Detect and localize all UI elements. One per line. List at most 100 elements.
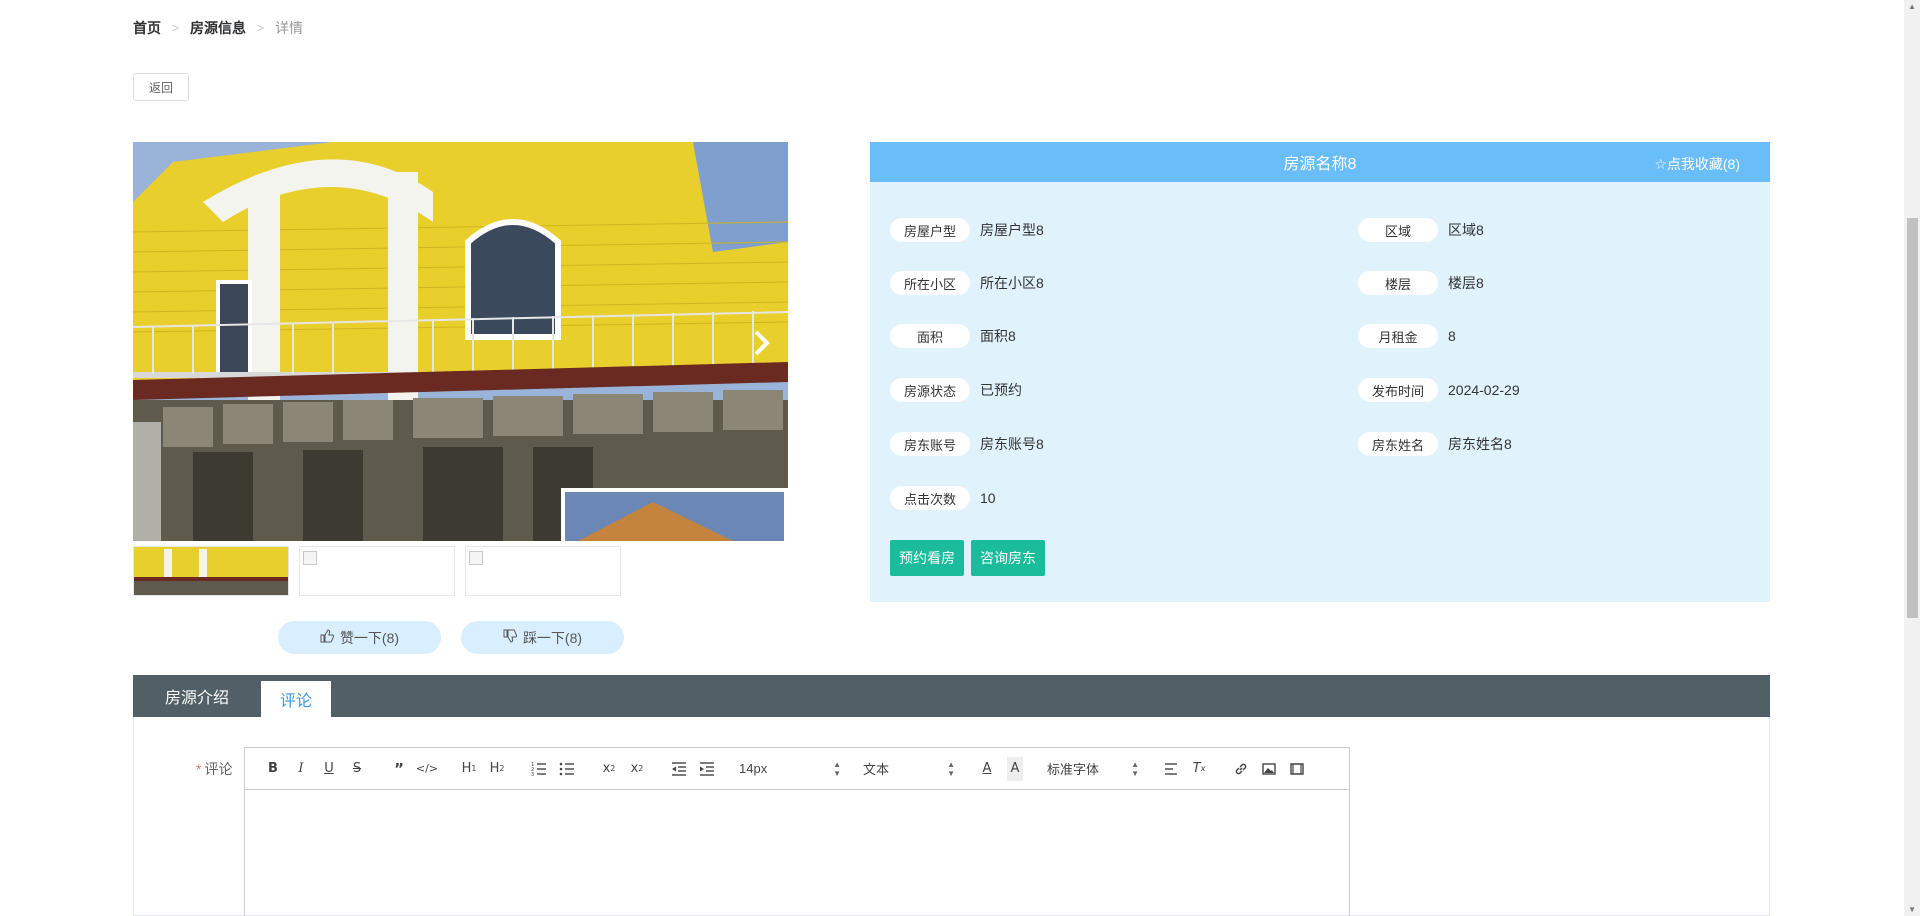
thumbnail-strip bbox=[133, 546, 621, 596]
italic-icon[interactable]: I bbox=[287, 757, 315, 781]
field-value: 房东账号8 bbox=[980, 436, 1044, 452]
field-landlord-account: 房东账号 房东账号8 bbox=[890, 432, 1044, 456]
thumbs-up-icon bbox=[320, 629, 335, 646]
field-value: 房屋户型8 bbox=[980, 222, 1044, 238]
required-mark: * bbox=[196, 761, 202, 777]
field-label: 面积 bbox=[890, 324, 970, 348]
select-caret-icon: ▲ ▼ bbox=[833, 759, 841, 778]
back-button[interactable]: 返回 bbox=[133, 73, 189, 101]
field-value: 8 bbox=[1448, 328, 1456, 344]
comment-editor: B I U S ” </> H1 H2 123 x2 x2 14px ▲ ▼ 文… bbox=[244, 747, 1350, 916]
breadcrumb-separator: > bbox=[172, 21, 180, 35]
select-caret-icon: ▲ ▼ bbox=[947, 759, 955, 778]
breadcrumb-current: 详情 bbox=[275, 20, 304, 36]
breadcrumb: 首页 > 房源信息 > 详情 bbox=[133, 18, 303, 38]
align-icon[interactable] bbox=[1157, 757, 1185, 781]
broken-image-icon bbox=[469, 551, 483, 565]
superscript-icon[interactable]: x2 bbox=[623, 757, 651, 781]
field-value: 房东姓名8 bbox=[1448, 436, 1512, 452]
header-select[interactable]: 文本 ▲ ▼ bbox=[859, 759, 959, 778]
field-click-count: 点击次数 10 bbox=[890, 486, 996, 510]
tab-bar: 房源介绍 评论 bbox=[133, 675, 1770, 717]
field-region: 区域 区域8 bbox=[1358, 218, 1484, 242]
book-viewing-button[interactable]: 预约看房 bbox=[890, 540, 964, 576]
property-info-panel: 房源名称8 ☆点我收藏(8) 房屋户型 房屋户型8 区域 区域8 所在小区 所在… bbox=[870, 142, 1770, 602]
bullet-list-icon[interactable] bbox=[553, 757, 581, 781]
field-label: 发布时间 bbox=[1358, 378, 1438, 402]
field-value: 2024-02-29 bbox=[1448, 382, 1520, 398]
field-value: 楼层8 bbox=[1448, 275, 1484, 291]
video-icon[interactable] bbox=[1283, 757, 1311, 781]
like-label: 赞一下(8) bbox=[339, 629, 400, 646]
field-floor: 楼层 楼层8 bbox=[1358, 271, 1484, 295]
image-icon[interactable] bbox=[1255, 757, 1283, 781]
select-caret-icon: ▲ ▼ bbox=[1131, 759, 1139, 778]
field-label: 房源状态 bbox=[890, 378, 970, 402]
scroll-down-icon[interactable]: ▼ bbox=[1908, 905, 1916, 914]
underline-icon[interactable]: U bbox=[315, 757, 343, 781]
font-family-select[interactable]: 标准字体 ▲ ▼ bbox=[1043, 759, 1143, 778]
thumbnail-2[interactable] bbox=[299, 546, 455, 596]
font-size-select[interactable]: 14px ▲ ▼ bbox=[735, 760, 845, 778]
field-house-type: 房屋户型 房屋户型8 bbox=[890, 218, 1044, 242]
field-status: 房源状态 已预约 bbox=[890, 378, 1022, 402]
property-title: 房源名称8 bbox=[1283, 156, 1357, 173]
clear-format-icon[interactable]: Tx bbox=[1185, 757, 1213, 781]
like-button[interactable]: 赞一下(8) bbox=[278, 621, 441, 654]
field-value: 面积8 bbox=[980, 328, 1016, 344]
indent-icon[interactable] bbox=[693, 757, 721, 781]
field-label: 点击次数 bbox=[890, 486, 970, 510]
thumbnail-1[interactable] bbox=[133, 546, 289, 596]
comment-label: * 评论 bbox=[196, 759, 232, 779]
next-image-icon[interactable] bbox=[752, 328, 772, 358]
field-label: 月租金 bbox=[1358, 324, 1438, 348]
dislike-label: 踩一下(8) bbox=[522, 629, 583, 646]
svg-text:3: 3 bbox=[531, 772, 534, 776]
blockquote-icon[interactable]: ” bbox=[385, 757, 413, 781]
consult-landlord-button[interactable]: 咨询房东 bbox=[971, 540, 1045, 576]
background-color-icon[interactable]: A bbox=[1007, 756, 1023, 781]
comment-label-text: 评论 bbox=[204, 761, 233, 777]
link-icon[interactable] bbox=[1227, 757, 1255, 781]
header1-icon[interactable]: H1 bbox=[455, 757, 483, 781]
tab-comments[interactable]: 评论 bbox=[261, 681, 332, 717]
field-label: 区域 bbox=[1358, 218, 1438, 242]
field-area: 面积 面积8 bbox=[890, 324, 1016, 348]
outdent-icon[interactable] bbox=[665, 757, 693, 781]
code-block-icon[interactable]: </> bbox=[413, 757, 441, 781]
field-value: 已预约 bbox=[980, 382, 1022, 398]
header2-icon[interactable]: H2 bbox=[483, 757, 511, 781]
field-community: 所在小区 所在小区8 bbox=[890, 271, 1044, 295]
tab-property-intro[interactable]: 房源介绍 bbox=[133, 675, 261, 717]
text-color-icon[interactable]: A bbox=[973, 757, 1001, 781]
thumbnail-3[interactable] bbox=[465, 546, 621, 596]
comment-textarea[interactable] bbox=[245, 790, 1349, 916]
strike-icon[interactable]: S bbox=[343, 757, 371, 781]
bold-icon[interactable]: B bbox=[259, 757, 287, 781]
field-value: 10 bbox=[980, 490, 996, 506]
field-label: 房屋户型 bbox=[890, 218, 970, 242]
page-scrollbar[interactable]: ▲ ▼ bbox=[1904, 0, 1920, 916]
field-value: 所在小区8 bbox=[980, 275, 1044, 291]
property-header: 房源名称8 ☆点我收藏(8) bbox=[870, 142, 1770, 182]
field-landlord-name: 房东姓名 房东姓名8 bbox=[1358, 432, 1512, 456]
favorite-button[interactable]: ☆点我收藏(8) bbox=[1654, 154, 1740, 174]
subscript-icon[interactable]: x2 bbox=[595, 757, 623, 781]
thumbs-down-icon bbox=[503, 629, 518, 646]
breadcrumb-home[interactable]: 首页 bbox=[133, 18, 161, 38]
field-label: 所在小区 bbox=[890, 271, 970, 295]
field-publish-time: 发布时间 2024-02-29 bbox=[1358, 378, 1520, 402]
field-label: 房东姓名 bbox=[1358, 432, 1438, 456]
header-value: 文本 bbox=[863, 762, 890, 777]
field-label: 楼层 bbox=[1358, 271, 1438, 295]
breadcrumb-list[interactable]: 房源信息 bbox=[190, 18, 246, 38]
font-family-value: 标准字体 bbox=[1047, 762, 1100, 777]
font-size-value: 14px bbox=[739, 761, 768, 776]
scrollbar-thumb[interactable] bbox=[1907, 218, 1918, 618]
ordered-list-icon[interactable]: 123 bbox=[525, 757, 553, 781]
breadcrumb-separator: > bbox=[257, 21, 265, 35]
main-photo bbox=[133, 142, 788, 541]
field-label: 房东账号 bbox=[890, 432, 970, 456]
dislike-button[interactable]: 踩一下(8) bbox=[461, 621, 624, 654]
scroll-up-icon[interactable]: ▲ bbox=[1908, 2, 1916, 11]
